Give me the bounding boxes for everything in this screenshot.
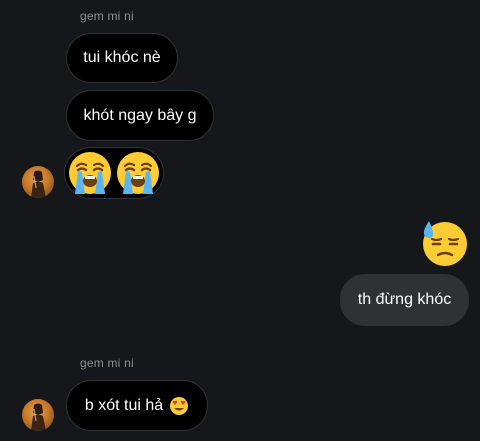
avatar[interactable] bbox=[22, 399, 54, 431]
message-bubble[interactable]: b xót tui hả bbox=[66, 380, 208, 431]
avatar[interactable] bbox=[22, 166, 54, 198]
message-bubble[interactable]: th đừng khóc bbox=[340, 274, 469, 326]
message-bubble[interactable]: tui khóc nè bbox=[66, 33, 178, 83]
avatar-image bbox=[31, 170, 46, 198]
smiling-face-with-heart-eyes-icon bbox=[170, 396, 189, 415]
emoji-message[interactable] bbox=[64, 147, 164, 199]
message-text: b xót tui hả bbox=[84, 396, 164, 414]
message-text: khót ngay bây g bbox=[83, 106, 197, 124]
message-text: th đừng khóc bbox=[357, 291, 452, 308]
loudly-crying-face-icon bbox=[117, 152, 159, 194]
message-bubble[interactable]: khót ngay bây g bbox=[66, 90, 214, 141]
downcast-face-with-sweat-icon bbox=[423, 221, 467, 266]
sender-name: gem mi ni bbox=[80, 9, 134, 23]
loudly-crying-face-icon bbox=[69, 152, 111, 194]
sender-name: gem mi ni bbox=[80, 356, 134, 370]
emoji-message[interactable] bbox=[419, 218, 469, 268]
message-text: tui khóc nè bbox=[83, 49, 161, 66]
avatar-image bbox=[31, 403, 46, 431]
